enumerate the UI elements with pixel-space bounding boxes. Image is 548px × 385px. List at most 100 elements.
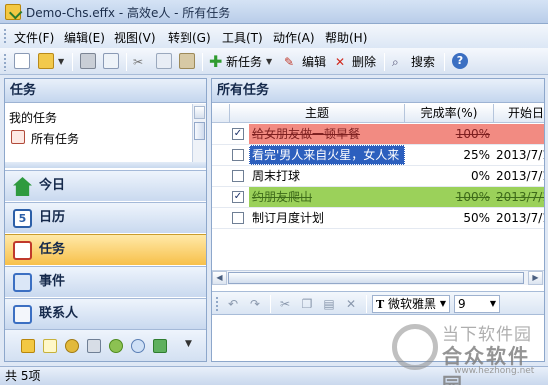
scroll-up-button[interactable]	[194, 106, 205, 119]
open-dropdown-arrow[interactable]: ▼	[58, 52, 64, 72]
notes-toolbar-grip[interactable]	[215, 296, 219, 312]
cut-icon[interactable]: ✂	[278, 297, 292, 311]
nav-contacts-label: 联系人	[39, 306, 79, 321]
redo-icon[interactable]: ↷	[248, 297, 262, 311]
task-progress: 25%	[463, 148, 490, 162]
memo-icon[interactable]	[43, 339, 57, 353]
title-bar: Demo-Chs.effx - 高效e人 - 所有任务	[0, 0, 548, 24]
row-checkbox[interactable]	[232, 170, 244, 182]
column-header-start-date[interactable]: 开始日	[494, 104, 544, 123]
menu-help[interactable]: 帮助(H)	[325, 29, 367, 46]
folder-my-tasks[interactable]: 我的任务	[9, 109, 57, 126]
toolbar: ▼ ✂ ✚ 新任务 ▼ ✎ 编辑 ✕ 删除 ⌕ 搜索 ?	[0, 48, 548, 75]
column-header-progress[interactable]: 完成率(%)	[405, 104, 494, 123]
truetype-font-icon: T	[376, 298, 385, 311]
menu-bar: 文件(F) 编辑(E) 视图(V) 转到(G) 工具(T) 动作(A) 帮助(H…	[0, 24, 548, 48]
folder-all-tasks[interactable]: 所有任务	[31, 130, 79, 147]
cut-icon[interactable]: ✂	[133, 52, 143, 72]
task-subject: 看完'男人来自火星，女人来	[252, 148, 400, 162]
chevron-down-icon: ▼	[439, 299, 446, 308]
nav-events[interactable]: 事件	[5, 266, 206, 297]
toolbar-separator	[444, 53, 445, 71]
row-checkbox[interactable]: ✓	[232, 191, 244, 203]
paste-icon[interactable]	[179, 53, 195, 69]
key-icon[interactable]	[65, 339, 79, 353]
search-mini-icon[interactable]	[131, 339, 145, 353]
globe-icon[interactable]	[109, 339, 123, 353]
help-icon[interactable]: ?	[452, 53, 468, 69]
menu-view[interactable]: 视图(V)	[114, 29, 156, 46]
navigation-pane-title: 任务	[5, 79, 206, 103]
undo-icon[interactable]: ↶	[226, 297, 240, 311]
clipboard-icon[interactable]	[87, 339, 101, 353]
scroll-thumb[interactable]	[194, 122, 205, 140]
menubar-grip[interactable]	[3, 28, 7, 44]
scroll-right-button[interactable]: ▶	[528, 271, 543, 285]
watermark: 当下软件园 合众软件园 www.hezhong.net	[392, 318, 544, 385]
window-title: Demo-Chs.effx - 高效e人 - 所有任务	[26, 6, 231, 20]
table-row[interactable]: ✓ 给女朋友做一顿早餐 100%	[212, 124, 544, 145]
column-header-blank	[212, 104, 230, 123]
table-row[interactable]: 周末打球 0% 2013/7/1	[212, 166, 544, 187]
menu-edit[interactable]: 编辑(E)	[64, 29, 105, 46]
new-task-button[interactable]: 新任务	[226, 52, 262, 72]
watermark-url: www.hezhong.net	[454, 366, 535, 376]
delete-icon[interactable]: ✕	[344, 297, 358, 311]
notes-icon[interactable]	[21, 339, 35, 353]
font-size-select[interactable]: 9 ▼	[454, 295, 500, 313]
print-icon[interactable]	[80, 53, 96, 69]
task-subject: 约朋友爬山	[252, 190, 313, 204]
toolbar-separator	[270, 295, 271, 313]
nav-calendar-label: 日历	[39, 210, 66, 225]
nav-today[interactable]: 今日	[5, 170, 206, 201]
copy-icon[interactable]: ❐	[300, 297, 314, 311]
column-header-subject[interactable]: 主题	[230, 104, 405, 123]
task-progress: 100%	[455, 190, 490, 204]
toolbar-separator	[366, 295, 367, 313]
sync-icon[interactable]	[153, 339, 167, 353]
print-preview-icon[interactable]	[103, 53, 119, 69]
table-row[interactable]: ✓ 约朋友爬山 100% 2013/7/1	[212, 187, 544, 208]
menu-tools[interactable]: 工具(T)	[222, 29, 263, 46]
row-checkbox[interactable]	[232, 212, 244, 224]
pane-splitter[interactable]	[5, 162, 206, 168]
menu-file[interactable]: 文件(F)	[14, 29, 54, 46]
home-icon	[13, 177, 32, 196]
menu-goto[interactable]: 转到(G)	[168, 29, 211, 46]
scroll-thumb[interactable]	[228, 272, 524, 284]
search-button[interactable]: 搜索	[411, 52, 435, 72]
grid-horizontal-scrollbar[interactable]: ◀ ▶	[212, 270, 544, 285]
nav-events-label: 事件	[39, 274, 66, 289]
new-file-icon[interactable]	[14, 53, 30, 69]
paste-icon[interactable]: ▤	[322, 297, 336, 311]
content-pane-title: 所有任务	[212, 79, 544, 103]
copy-icon[interactable]	[156, 53, 172, 69]
delete-button[interactable]: 删除	[352, 52, 376, 72]
status-item-count: 共 5项	[5, 369, 41, 383]
font-size-value: 9	[458, 297, 466, 311]
task-grid: 主题 完成率(%) 开始日 ✓ 给女朋友做一顿早餐 100% 看完'男人来自火星…	[212, 104, 544, 264]
table-row[interactable]: 制订月度计划 50% 2013/7/1	[212, 208, 544, 229]
event-grid-icon	[13, 273, 32, 292]
toolbar-grip[interactable]	[3, 53, 7, 71]
mini-bar-dropdown-arrow[interactable]: ▼	[185, 339, 192, 349]
nav-tasks[interactable]: 任务	[5, 234, 206, 265]
nav-today-label: 今日	[39, 178, 66, 193]
row-checkbox[interactable]	[232, 149, 244, 161]
edit-button[interactable]: 编辑	[302, 52, 326, 72]
menu-actions[interactable]: 动作(A)	[273, 29, 315, 46]
watermark-logo	[392, 324, 438, 370]
scroll-left-button[interactable]: ◀	[212, 271, 227, 285]
edit-pencil-icon: ✎	[284, 55, 295, 69]
toolbar-separator	[202, 53, 203, 71]
app-icon	[5, 4, 21, 20]
nav-calendar[interactable]: 5 日历	[5, 202, 206, 233]
nav-contacts[interactable]: 联系人	[5, 298, 206, 329]
row-checkbox[interactable]: ✓	[232, 128, 244, 140]
open-folder-icon[interactable]	[38, 53, 54, 69]
font-name-select[interactable]: T 微软雅黑 ▼	[372, 295, 450, 313]
new-task-dropdown-arrow[interactable]: ▼	[266, 52, 272, 72]
task-progress: 50%	[463, 211, 490, 225]
folder-list-scrollbar[interactable]	[192, 104, 206, 162]
table-row[interactable]: 看完'男人来自火星，女人来 25% 2013/7/1	[212, 145, 544, 166]
